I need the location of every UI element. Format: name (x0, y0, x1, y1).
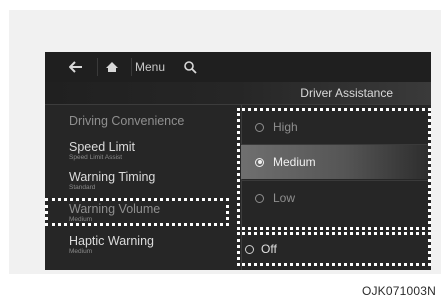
menu-button[interactable]: Menu (135, 52, 165, 82)
list-item-label: Warning Timing (69, 170, 156, 184)
search-button[interactable] (183, 52, 207, 82)
list-item-value: Standard (69, 184, 96, 191)
highlight-box-warning-volume (45, 198, 229, 226)
list-item-warning-timing[interactable]: Warning Timing Standard (69, 170, 155, 192)
list-item-label: Speed Limit (69, 140, 136, 154)
list-item-haptic-warning[interactable]: Haptic Warning Medium (69, 234, 154, 256)
page-title: Driver Assistance (300, 86, 393, 100)
search-icon (184, 61, 197, 74)
highlight-box-level-options (237, 108, 431, 230)
divider (97, 58, 98, 76)
list-item-value: Speed Limit Assist (69, 154, 123, 161)
list-item-label: Haptic Warning (69, 234, 154, 248)
home-icon (106, 62, 118, 72)
divider (131, 58, 132, 76)
highlight-box-off (237, 232, 431, 266)
back-button[interactable] (69, 52, 95, 82)
infotainment-screen: Menu Driver Assistance Driving Convenien… (45, 52, 431, 270)
list-item-driving-convenience[interactable]: Driving Convenience (69, 114, 184, 128)
menu-label: Menu (135, 60, 166, 74)
back-arrow-icon (69, 61, 82, 73)
figure-code: OJK071003N (361, 284, 436, 298)
settings-list: Driving Convenience Speed Limit Speed Li… (45, 104, 235, 270)
top-bar: Menu (45, 52, 431, 82)
title-bar: Driver Assistance (45, 82, 431, 105)
figure-panel: Menu Driver Assistance Driving Convenien… (9, 10, 441, 274)
home-button[interactable] (105, 52, 127, 82)
list-item-speed-limit[interactable]: Speed Limit Speed Limit Assist (69, 140, 135, 162)
list-item-label: Driving Convenience (69, 114, 185, 128)
list-item-value: Medium (69, 248, 93, 255)
